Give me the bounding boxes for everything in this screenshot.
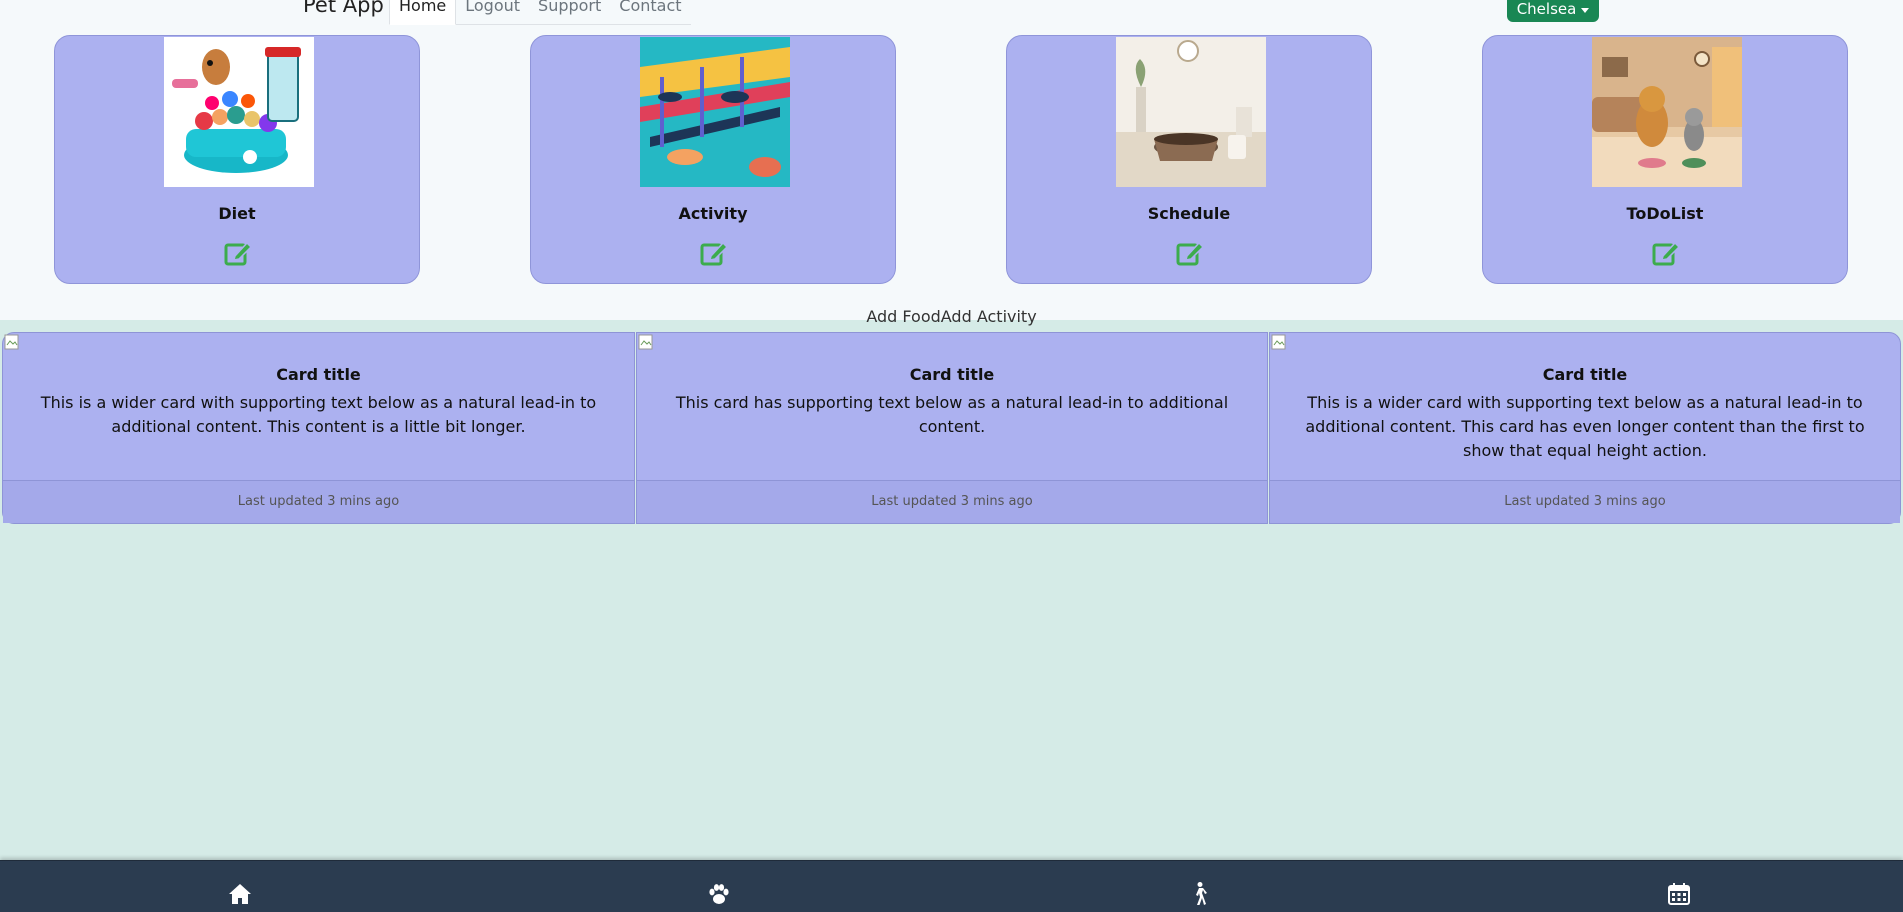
nav-logout[interactable]: Logout [456,0,529,20]
card-footer: Last updated 3 mins ago [637,480,1267,523]
feature-title: Activity [678,204,748,223]
card-text: This is a wider card with supporting tex… [40,393,597,436]
diet-image [164,37,314,187]
feature-title: ToDoList [1626,204,1704,223]
broken-image-icon [638,334,653,350]
brand-title[interactable]: Pet App [303,0,384,17]
action-links: Add FoodAdd Activity [0,307,1903,326]
broken-image-icon [1271,334,1286,350]
info-card: Card title This is a wider card with sup… [1269,332,1901,524]
card-text: This is a wider card with supporting tex… [1305,393,1865,460]
broken-image-icon [4,334,19,350]
feature-title: Diet [218,204,256,223]
info-card: Card title This card has supporting text… [636,332,1268,524]
nav-home[interactable]: Home [389,0,457,25]
card-footer: Last updated 3 mins ago [3,480,634,523]
user-dropdown-button[interactable]: Chelsea [1507,0,1599,22]
card-title: Card title [276,365,361,384]
card-title: Card title [909,365,995,384]
edit-icon[interactable] [1176,239,1204,267]
user-name: Chelsea [1516,0,1577,18]
card-title: Card title [1542,365,1628,384]
feature-card-todolist[interactable]: ToDoList [1482,35,1848,284]
nav-tabs: Home Logout Support Contact [389,0,691,25]
card-footer: Last updated 3 mins ago [1270,480,1900,523]
feature-card-diet[interactable]: Diet [54,35,420,284]
edit-icon[interactable] [1652,239,1680,267]
add-food-link[interactable]: Add Food [866,307,940,326]
edit-icon[interactable] [224,239,252,267]
walking-icon[interactable] [1186,881,1212,907]
feature-card-schedule[interactable]: Schedule [1006,35,1372,284]
todolist-image [1592,37,1742,187]
card-text: This card has supporting text below as a… [675,393,1229,436]
feature-card-activity[interactable]: Activity [530,35,896,284]
bottom-nav-bar [0,860,1903,912]
activity-image [640,37,790,187]
home-icon[interactable] [227,881,253,907]
calendar-icon[interactable] [1666,881,1692,907]
caret-down-icon [1581,7,1590,13]
paw-icon[interactable] [706,881,732,907]
schedule-image [1116,37,1266,187]
nav-support[interactable]: Support [529,0,610,20]
feature-title: Schedule [1147,204,1231,223]
edit-icon[interactable] [700,239,728,267]
nav-contact[interactable]: Contact [610,0,690,20]
add-activity-link[interactable]: Add Activity [941,307,1037,326]
info-card: Card title This is a wider card with sup… [2,332,635,524]
